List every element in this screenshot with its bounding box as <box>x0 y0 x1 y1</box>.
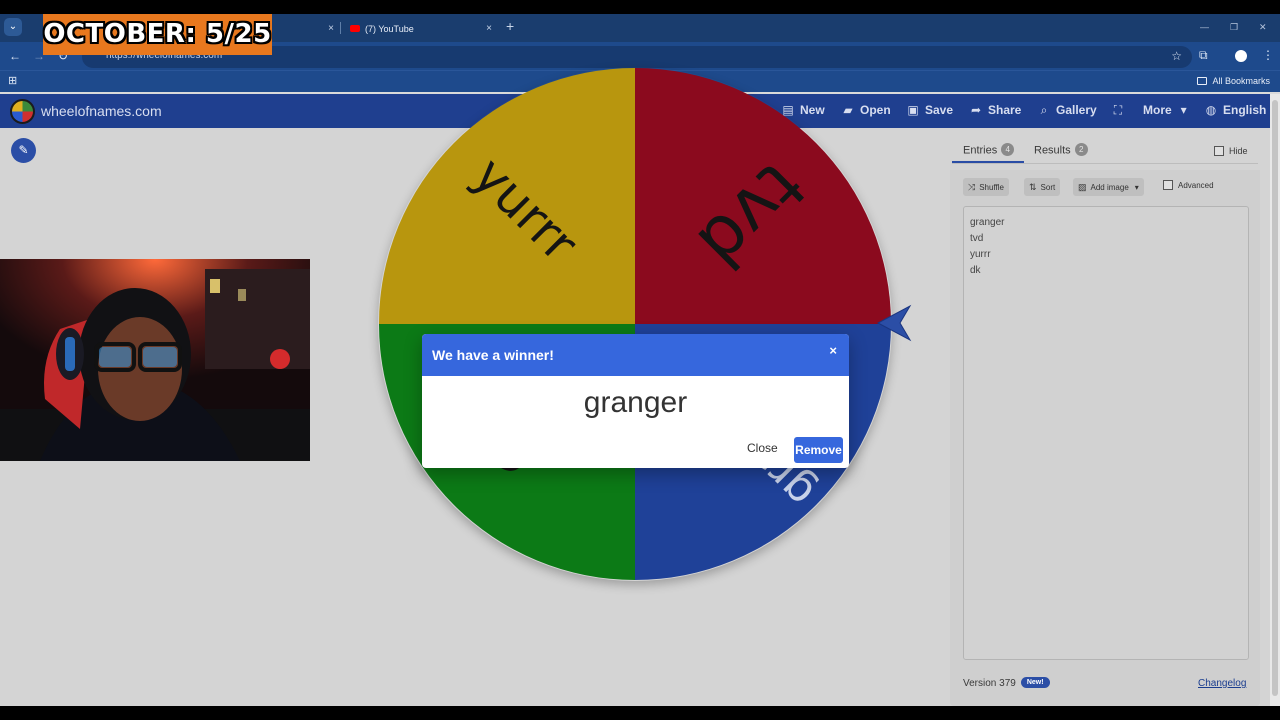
webcam-overlay <box>0 259 310 461</box>
tab-search-button[interactable]: ⌄ <box>4 18 22 36</box>
entries-panel: ⤨ Shuffle ⇅ Sort ▨ Add image ▾ Advanced gran… <box>950 170 1260 706</box>
advanced-toggle[interactable]: Advanced <box>1163 180 1214 191</box>
globe-icon: ◍ <box>1205 103 1217 117</box>
menu-label: Save <box>925 103 954 117</box>
top-black-bar <box>0 0 1280 14</box>
menu-label: Share <box>988 103 1022 117</box>
results-count-badge: 2 <box>1074 143 1088 156</box>
image-icon: ▨ <box>1078 182 1087 192</box>
menu-label: English <box>1223 103 1267 117</box>
browser-menu-icon[interactable]: ⋮ <box>1262 48 1274 62</box>
apps-grid-icon[interactable]: ⊞ <box>8 74 17 87</box>
entries-count-badge: 4 <box>1001 143 1015 156</box>
youtube-icon <box>350 25 360 33</box>
sort-icon: ⇅ <box>1029 182 1037 192</box>
wheel-pointer <box>876 304 914 347</box>
hide-toggle[interactable]: Hide <box>1214 145 1248 157</box>
tab-entries[interactable]: Entries 4 <box>963 143 1015 157</box>
bookmark-star-icon[interactable]: ☆ <box>1171 49 1182 63</box>
winner-name: granger <box>583 386 688 419</box>
advanced-label: Advanced <box>1178 181 1214 191</box>
tab-divider <box>952 163 1258 164</box>
sort-button[interactable]: ⇅ Sort <box>1024 178 1061 196</box>
fullscreen-icon: ⛶ <box>1113 103 1123 117</box>
chevron-down-icon: ▾ <box>1134 183 1139 192</box>
back-icon[interactable]: ← <box>9 49 21 63</box>
menu-label: More <box>1143 103 1172 117</box>
entry-line: dk <box>970 265 981 276</box>
search-icon: ⌕ <box>1040 103 1048 117</box>
extensions-icon[interactable]: ⧉ <box>1199 48 1213 62</box>
tab-hidden[interactable]: × <box>274 16 340 42</box>
share-icon: ➦ <box>970 103 982 117</box>
chevron-down-icon: ▾ <box>1180 103 1187 117</box>
menu-gallery[interactable]: ⌕ Gallery <box>1038 103 1097 118</box>
save-icon: ▣ <box>907 103 919 117</box>
menu-fullscreen[interactable]: ⛶ <box>1112 103 1130 118</box>
wheel-svg[interactable]: tvdgrangerdkyurrr <box>378 67 892 581</box>
overlay-badge: OCTOBER: 5/25 <box>43 14 272 55</box>
tab-results-label: Results <box>1034 144 1071 157</box>
tab-separator <box>340 22 341 34</box>
dialog-title: We have a winner! <box>432 347 554 363</box>
add-image-label: Add image <box>1090 183 1129 192</box>
wheel-logo-icon[interactable] <box>10 99 35 124</box>
add-image-button[interactable]: ▨ Add image ▾ <box>1073 178 1144 196</box>
version-info: Version 379 New! <box>963 677 1050 690</box>
folder-icon <box>1197 76 1208 85</box>
shuffle-label: Shuffle <box>979 183 1004 192</box>
dialog-header: We have a winner! × <box>422 334 849 376</box>
scrollbar-thumb[interactable] <box>1272 100 1278 696</box>
new-tab-button[interactable]: + <box>506 18 514 34</box>
entry-line: tvd <box>970 233 984 244</box>
page-scrollbar[interactable] <box>1270 94 1280 706</box>
entries-textarea[interactable]: granger tvd yurrr dk <box>963 206 1249 660</box>
shuffle-icon: ⤨ <box>968 182 976 192</box>
tab-entries-label: Entries <box>963 144 998 157</box>
menu-english[interactable]: ◍ English <box>1205 103 1267 117</box>
hide-checkbox[interactable] <box>1214 145 1224 156</box>
menu-share[interactable]: ➦ Share <box>970 103 1021 117</box>
shuffle-button[interactable]: ⤨ Shuffle <box>963 178 1009 196</box>
maximize-button[interactable]: ❐ <box>1230 22 1238 33</box>
minimize-button[interactable]: — <box>1200 22 1209 32</box>
close-icon[interactable]: × <box>829 343 837 358</box>
spin-wheel[interactable]: tvdgrangerdkyurrr <box>378 67 892 581</box>
all-bookmarks-button[interactable]: All Bookmarks <box>1197 76 1270 86</box>
menu-more[interactable]: More ▾ <box>1143 103 1190 117</box>
all-bookmarks-label: All Bookmarks <box>1212 76 1270 86</box>
window-close-button[interactable]: ✕ <box>1259 22 1267 33</box>
advanced-checkbox[interactable] <box>1163 180 1173 190</box>
winner-dialog: We have a winner! × granger Close Remove <box>422 334 849 468</box>
screen: ⌄ × (7) YouTube × + — ❐ ✕ ← → ↻ https://… <box>0 0 1280 720</box>
new-badge: New! <box>1020 677 1050 688</box>
version-text: Version 379 <box>963 678 1016 690</box>
sort-label: Sort <box>1040 183 1056 192</box>
brand-name[interactable]: wheelofnames.com <box>41 103 162 119</box>
entry-line: yurrr <box>970 249 991 260</box>
entry-line: granger <box>970 217 1005 228</box>
close-button[interactable]: Close <box>747 441 778 455</box>
edit-pencil-button[interactable]: ✎ <box>11 138 36 163</box>
entries-sidebar: Entries 4 Results 2 Hide ⤨ Shuffle ⇅ Sort ▨ A… <box>950 136 1260 706</box>
profile-avatar[interactable] <box>1233 48 1249 64</box>
tab-youtube[interactable]: (7) YouTube × <box>342 16 498 42</box>
tab-title: (7) YouTube <box>365 24 414 34</box>
hide-label: Hide <box>1229 146 1248 156</box>
bottom-black-bar <box>0 706 1280 720</box>
menu-label: Gallery <box>1056 103 1097 117</box>
changelog-link[interactable]: Changelog <box>1198 678 1246 689</box>
remove-button[interactable]: Remove <box>794 437 843 463</box>
tab-results[interactable]: Results 2 <box>1034 143 1088 157</box>
tab-close-icon[interactable]: × <box>328 16 334 42</box>
menu-save[interactable]: ▣ Save <box>907 103 953 117</box>
tab-close-icon[interactable]: × <box>486 16 492 42</box>
